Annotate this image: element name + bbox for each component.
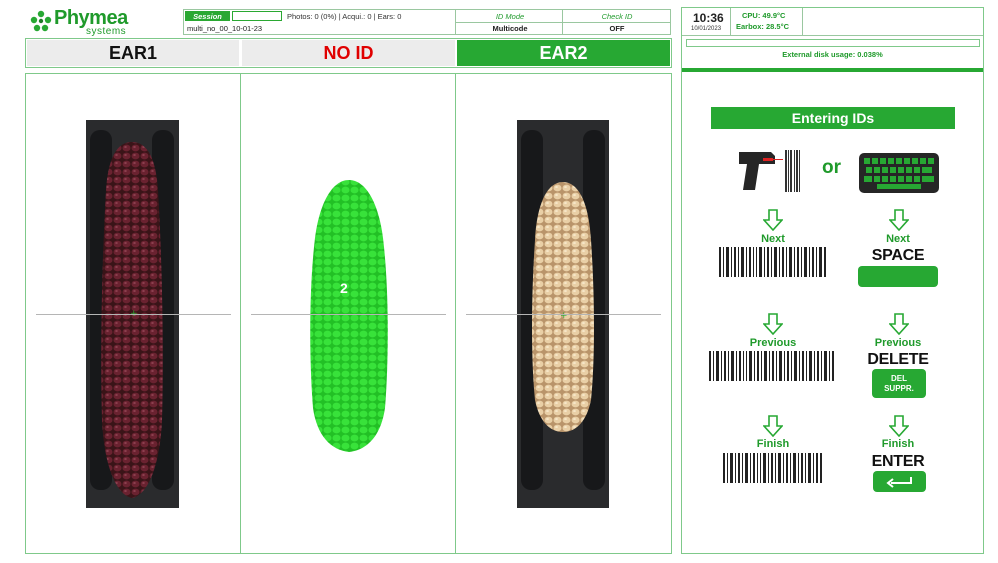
ear-tabs: EAR1 NO ID EAR2 xyxy=(25,38,672,68)
barcode-scanner-icon xyxy=(739,150,800,192)
status-divider-bar xyxy=(682,68,983,72)
session-progress-box xyxy=(232,11,282,21)
keyboard-icon xyxy=(859,153,939,193)
ear2-image-panel[interactable]: + xyxy=(455,73,672,554)
previous-barcode xyxy=(709,351,834,381)
del-key-line1: DEL xyxy=(891,373,907,383)
arrow-down-icon xyxy=(889,209,909,231)
divider xyxy=(682,35,983,36)
arrow-down-icon xyxy=(763,313,783,335)
delete-key[interactable]: DEL SUPPR. xyxy=(872,369,926,398)
or-separator: or xyxy=(822,157,841,178)
ear1-image-panel[interactable]: + xyxy=(25,73,241,554)
no-id-segmentation-panel[interactable]: 2 xyxy=(240,73,456,554)
cpu-temperature: CPU: 49.9°C xyxy=(742,11,786,20)
next-barcode xyxy=(719,247,826,277)
segment-number-label: 2 xyxy=(340,280,348,296)
check-id-value[interactable]: OFF xyxy=(564,23,670,34)
center-line xyxy=(36,314,231,315)
clock-date: 10/01/2023 xyxy=(691,26,722,32)
space-key-label: SPACE xyxy=(871,247,925,264)
previous-label-keyboard: Previous xyxy=(874,337,922,349)
arrow-down-icon xyxy=(889,415,909,437)
session-header: Session Photos: 0 (0%) | Acqui.: 0 | Ear… xyxy=(183,9,671,35)
session-stats: Photos: 0 (0%) | Acqui.: 0 | Ears: 0 xyxy=(287,11,402,21)
tab-ear2[interactable]: EAR2 xyxy=(457,40,670,66)
disk-usage-text: External disk usage: 0.038% xyxy=(782,50,883,59)
space-key[interactable] xyxy=(858,266,938,287)
center-line xyxy=(251,314,446,315)
arrow-down-icon xyxy=(889,313,909,335)
finish-label-barcode: Finish xyxy=(756,438,790,450)
next-label-barcode: Next xyxy=(761,233,785,245)
earbox-temperature: Earbox: 28.5°C xyxy=(736,22,790,31)
disk-usage-bar xyxy=(686,39,980,47)
delete-key-label: DELETE xyxy=(867,351,929,368)
finish-label-keyboard: Finish xyxy=(881,438,915,450)
divider xyxy=(802,8,803,35)
session-name: multi_no_00_10-01-23 xyxy=(187,24,263,33)
divider xyxy=(730,8,731,35)
tab-no-id[interactable]: NO ID xyxy=(242,40,455,66)
id-mode-label: ID Mode xyxy=(495,11,525,21)
brand-sub: systems xyxy=(86,26,127,37)
center-line xyxy=(466,314,661,315)
next-label-keyboard: Next xyxy=(886,233,910,245)
previous-label-barcode: Previous xyxy=(749,337,797,349)
enter-arrow-icon xyxy=(885,476,912,488)
svg-text:+: + xyxy=(560,311,568,321)
clock-time: 10:36 xyxy=(693,11,724,25)
finish-barcode xyxy=(723,453,822,483)
tab-ear1[interactable]: EAR1 xyxy=(27,40,239,66)
entering-ids-title: Entering IDs xyxy=(711,107,955,129)
arrow-down-icon xyxy=(763,209,783,231)
id-mode-value[interactable]: Multicode xyxy=(457,23,563,34)
segmented-ear-mask xyxy=(310,180,388,452)
check-id-label: Check ID xyxy=(601,11,633,21)
phymea-logo-icon xyxy=(30,10,52,32)
arrow-down-icon xyxy=(763,415,783,437)
del-key-line2: SUPPR. xyxy=(884,383,914,393)
enter-key[interactable] xyxy=(873,471,926,492)
enter-key-label: ENTER xyxy=(871,453,925,470)
session-tag: Session xyxy=(185,11,230,21)
